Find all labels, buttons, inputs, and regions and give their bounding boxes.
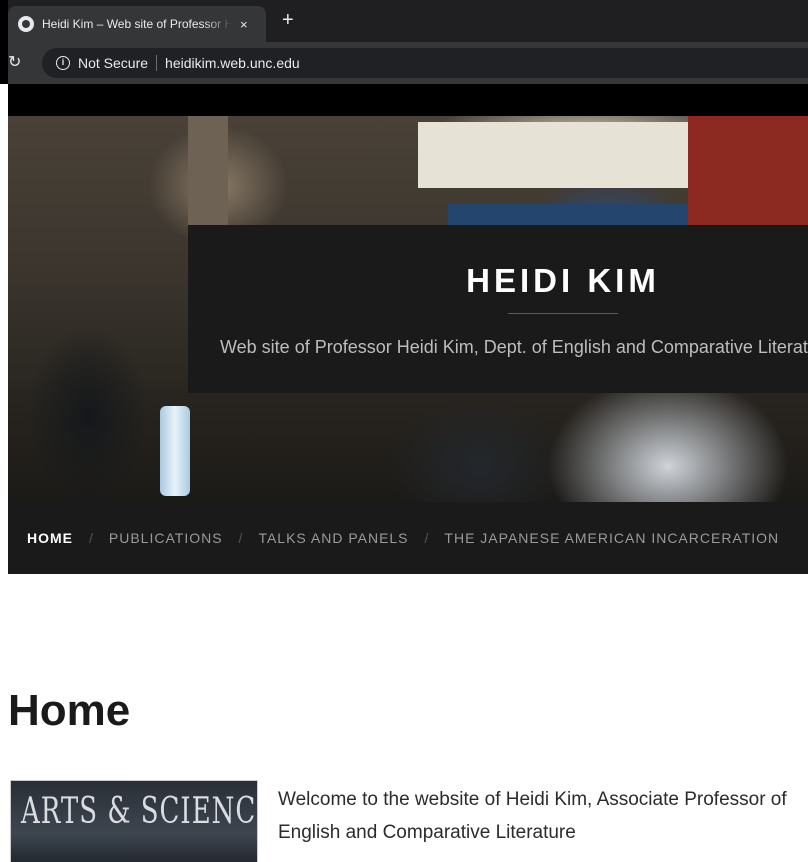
tab-title: Heidi Kim – Web site of Professor Heidi … — [42, 17, 232, 31]
site-top-bar — [8, 84, 808, 116]
globe-icon — [18, 16, 34, 32]
projection-screen — [418, 122, 688, 188]
header-image: HEIDI KIM Web site of Professor Heidi Ki… — [8, 116, 808, 502]
water-bottle — [160, 406, 190, 496]
security-label[interactable]: Not Secure — [78, 55, 148, 71]
nav-separator: / — [238, 530, 243, 546]
url-text[interactable]: heidikim.web.unc.edu — [165, 55, 300, 71]
nav-separator: / — [424, 530, 429, 546]
nav-item-talks-and-panels[interactable]: TALKS AND PANELS — [258, 530, 408, 546]
page-title: Home — [8, 686, 131, 735]
intro-text: Welcome to the website of Heidi Kim, Ass… — [278, 789, 787, 843]
web-page: HEIDI KIM Web site of Professor Heidi Ki… — [8, 84, 808, 862]
reload-icon[interactable]: ↻ — [8, 52, 21, 72]
magazine-title: ARTS & SCIENCES — [21, 791, 257, 833]
magazine-cover-image[interactable]: ARTS & SCIENCES — [10, 780, 258, 862]
address-bar[interactable]: i Not Secure heidikim.web.unc.edu — [42, 48, 808, 78]
red-curtain — [688, 116, 808, 226]
site-branding: HEIDI KIM Web site of Professor Heidi Ki… — [188, 225, 808, 393]
address-divider — [156, 55, 158, 71]
browser-tab-strip: Heidi Kim – Web site of Professor Heidi … — [0, 0, 808, 42]
browser-toolbar: ↻ i Not Secure heidikim.web.unc.edu — [0, 42, 808, 84]
new-tab-button[interactable]: + — [282, 10, 294, 30]
browser-tab[interactable]: Heidi Kim – Web site of Professor Heidi … — [8, 6, 266, 42]
main-navigation: HOME / PUBLICATIONS / TALKS AND PANELS /… — [8, 502, 808, 574]
site-tagline: Web site of Professor Heidi Kim, Dept. o… — [220, 337, 808, 357]
nav-item-japanese-american-incarceration[interactable]: THE JAPANESE AMERICAN INCARCERATION — [444, 530, 779, 546]
nav-item-publications[interactable]: PUBLICATIONS — [109, 530, 223, 546]
nav-separator: / — [89, 530, 93, 546]
nav-item-home[interactable]: HOME — [27, 530, 73, 546]
site-title[interactable]: HEIDI KIM — [188, 262, 808, 300]
tab-close-button[interactable]: × — [240, 17, 248, 32]
title-divider — [508, 313, 618, 314]
info-icon[interactable]: i — [56, 56, 70, 70]
